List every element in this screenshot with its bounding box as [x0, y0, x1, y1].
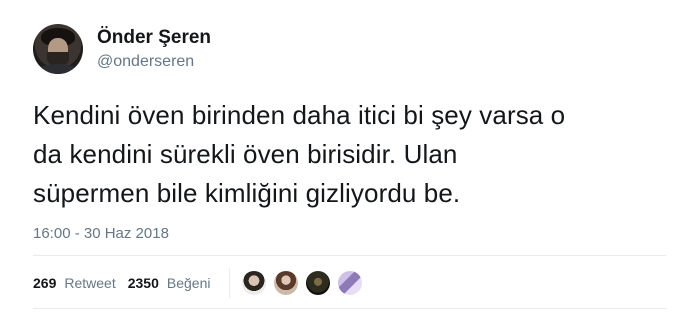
- tweet-text: Kendini öven birinden daha itici bi şey …: [33, 96, 673, 213]
- tweet-timestamp[interactable]: 16:00 - 30 Haz 2018: [33, 225, 169, 242]
- tweet-text-line: süpermen bile kimliğini gizliyordu be.: [33, 178, 461, 208]
- display-name[interactable]: Önder Şeren: [97, 27, 211, 49]
- user-handle[interactable]: @onderseren: [97, 53, 194, 71]
- liker-avatar[interactable]: [242, 271, 266, 295]
- stats-separator: [229, 268, 230, 298]
- retweet-label[interactable]: Retweet: [64, 275, 115, 291]
- divider: [33, 308, 666, 309]
- liker-avatar[interactable]: [274, 271, 298, 295]
- avatar-body: [35, 64, 81, 74]
- tweet-stats: 269 Retweet 2350 Beğeni: [33, 272, 222, 294]
- retweet-count[interactable]: 269: [33, 275, 56, 291]
- tweet-text-line: Kendini öven birinden daha itici bi şey …: [33, 100, 566, 130]
- liker-avatar[interactable]: [306, 271, 330, 295]
- divider: [33, 255, 666, 256]
- avatar[interactable]: [33, 24, 83, 74]
- like-count[interactable]: 2350: [128, 275, 159, 291]
- tweet-text-line: da kendini sürekli öven birisidir. Ulan: [33, 139, 458, 169]
- liker-avatar[interactable]: [338, 271, 362, 295]
- like-label[interactable]: Beğeni: [167, 275, 211, 291]
